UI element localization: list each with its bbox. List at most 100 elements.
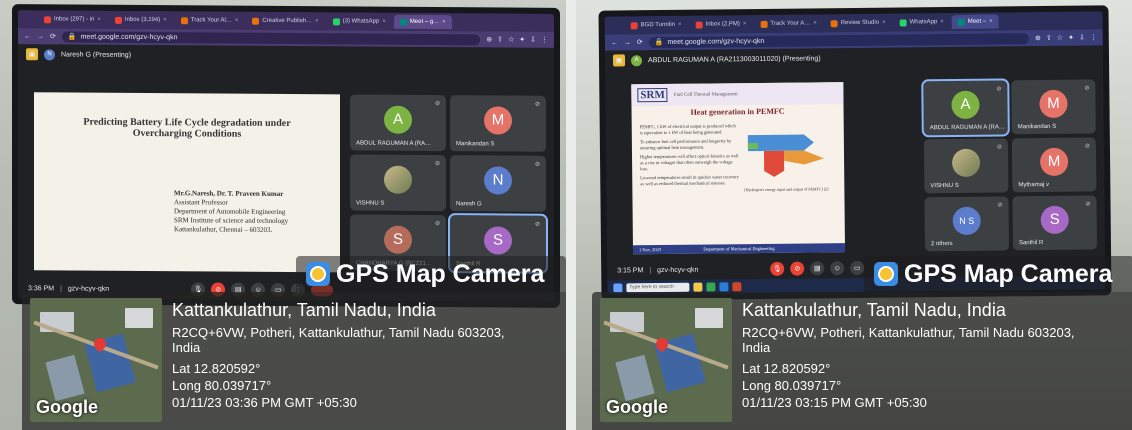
participant-avatar: S [484, 226, 512, 255]
tab-close-icon[interactable]: × [442, 19, 446, 25]
participant-grid: A ABDUL RAGUMAN A (RA… ⊘ M Manikandan S ⊘ VISH… [921, 78, 1098, 252]
chrome-icon[interactable] [706, 281, 716, 292]
slide-header: SRM Fuel Cell Thermal Management [631, 82, 844, 107]
participant-tile[interactable]: M Manikandan S ⊘ [450, 95, 546, 152]
captions-icon[interactable]: ▤ [810, 261, 825, 276]
tab-close-icon[interactable]: × [743, 21, 747, 27]
tab-label: Inbox (297) - in [54, 16, 95, 23]
participant-avatar: M [1039, 147, 1069, 176]
participant-tile[interactable]: S Santhil R ⊘ [1012, 195, 1098, 251]
zoom-icon[interactable]: ⊕ [1035, 34, 1041, 42]
present-icon[interactable]: ▣ [612, 54, 626, 67]
browser-tab[interactable]: Inbox (3,194) × [109, 13, 173, 27]
location-lat: Lat 12.820592° [742, 361, 831, 376]
participant-tile[interactable]: A ABDUL RAGUMAN A (RA… ⊘ [350, 94, 446, 152]
extension-icon[interactable]: ✦ [519, 36, 525, 44]
download-icon[interactable]: ⇩ [530, 36, 536, 44]
url-field[interactable]: 🔒 meet.google.com/gzv-hcyv-qkn [61, 30, 481, 45]
gps-camera-icon [874, 262, 898, 286]
tab-close-icon[interactable]: × [382, 19, 386, 25]
star-icon[interactable]: ☆ [508, 36, 514, 44]
word-icon[interactable] [719, 281, 729, 291]
mic-off-icon[interactable]: 🎙 [770, 261, 785, 276]
star-icon[interactable]: ☆ [1057, 34, 1063, 42]
browser-tab[interactable]: Inbox (297) - in × [38, 12, 107, 26]
present-icon[interactable]: ▣ [26, 48, 38, 61]
browser-tab[interactable]: Inbox (2,PM) × [689, 17, 752, 32]
share-icon[interactable]: ⇪ [1046, 34, 1052, 42]
participant-avatar: M [1039, 89, 1068, 118]
tab-close-icon[interactable]: × [97, 17, 101, 23]
tab-close-icon[interactable]: × [882, 20, 886, 26]
browser-tab[interactable]: Track Your Al… × [175, 13, 245, 27]
present-screen-icon[interactable]: ▭ [850, 260, 865, 276]
participant-tile[interactable]: M Manikandan S ⊘ [1011, 79, 1096, 135]
gps-info-panel: Google Kattankulathur, Tamil Nadu, India… [22, 292, 566, 430]
tab-favicon-icon [252, 17, 260, 25]
tab-close-icon[interactable]: × [235, 18, 239, 24]
gps-watermark: GPS Map Camera [296, 256, 566, 292]
participant-name: VISHNU S [356, 200, 385, 207]
slide-footer-text: Department of Mechanical Engineering [703, 245, 775, 252]
extension-icon[interactable]: ✦ [1068, 34, 1074, 42]
taskbar-search[interactable]: Type here to search [626, 282, 690, 292]
file-explorer-icon[interactable] [693, 282, 703, 292]
participant-name: Manikandan S [1017, 123, 1057, 131]
start-icon[interactable] [613, 282, 623, 293]
browser-tab[interactable]: Review Studio × [825, 16, 892, 31]
participant-avatar: N [484, 166, 512, 195]
browser-tab[interactable]: WhatsApp × [894, 15, 950, 30]
tab-close-icon[interactable]: × [678, 22, 682, 28]
participant-tile[interactable]: A ABDUL RAGUMAN A (RA… ⊘ [921, 78, 1010, 138]
menu-icon[interactable]: ⋮ [1090, 33, 1097, 41]
url-field[interactable]: 🔒 meet.google.com/gzv-hcyv-qkn [648, 32, 1030, 48]
lock-icon: 🔒 [67, 33, 77, 41]
browser-tab[interactable]: Meet – g… × [393, 14, 452, 30]
muted-mic-icon: ⊘ [534, 161, 540, 168]
slide-footer: 1 Nov, 2023 Department of Mechanical Eng… [632, 243, 846, 255]
location-city: Kattankulathur, Tamil Nadu, India [742, 300, 1006, 320]
camera-off-icon[interactable]: ⊘ [790, 261, 805, 276]
muted-mic-icon: ⊘ [1085, 201, 1091, 208]
participant-tile[interactable]: VISHNU S ⊘ [923, 138, 1009, 194]
back-icon[interactable]: ← [611, 39, 618, 46]
forward-icon[interactable]: → [37, 33, 44, 40]
browser-tab[interactable]: Meet – × [951, 14, 999, 29]
share-icon[interactable]: ⇪ [497, 35, 503, 43]
energy-flow-diagram [747, 134, 825, 177]
tab-close-icon[interactable]: × [315, 18, 319, 24]
tab-favicon-icon [114, 16, 122, 24]
presentation-slide: Predicting Battery Life Cycle degradatio… [34, 92, 340, 273]
tab-close-icon[interactable]: × [163, 17, 167, 23]
browser-tab[interactable]: (3) WhatsApp × [327, 14, 392, 28]
reload-icon[interactable]: ⟳ [50, 32, 56, 40]
download-icon[interactable]: ⇩ [1079, 34, 1085, 42]
participant-tile[interactable]: M Mythamaj v ⊘ [1011, 137, 1097, 193]
browser-tab[interactable]: Creative Publish… × [246, 14, 324, 29]
url-text: meet.google.com/gzv-hcyv-qkn [80, 33, 178, 41]
back-icon[interactable]: ← [24, 33, 31, 40]
location-map: Google [600, 298, 732, 422]
slide-caption: [Hydrogen's energy input and output of P… [744, 186, 829, 193]
participant-tile[interactable]: N Naresh G ⊘ [450, 155, 546, 212]
forward-icon[interactable]: → [624, 39, 631, 46]
slide-bullet: To enhance fuel cell performance and lon… [639, 138, 732, 151]
tab-close-icon[interactable]: × [813, 20, 817, 26]
participant-tile[interactable]: N S 2 others ⊘ [924, 196, 1010, 252]
emoji-icon[interactable]: ☺ [830, 261, 845, 276]
slide-date: 1 Nov, 2023 [638, 247, 662, 253]
menu-icon[interactable]: ⋮ [541, 36, 548, 44]
powerpoint-icon[interactable] [732, 281, 742, 291]
tab-label: Track Your A… [770, 20, 811, 27]
presenting-bar: ▣ N Naresh G (Presenting) [18, 44, 554, 68]
browser-tab[interactable]: BGD Turnitin × [625, 18, 688, 33]
tab-close-icon[interactable]: × [940, 19, 944, 25]
right-photo: BGD Turnitin × Inbox (2,PM) × Track Your A… ×… [576, 0, 1132, 430]
zoom-icon[interactable]: ⊕ [486, 35, 492, 43]
browser-tab[interactable]: Track Your A… × [754, 16, 822, 31]
participant-tile[interactable]: VISHNU S ⊘ [350, 154, 446, 212]
browser-screen: BGD Turnitin × Inbox (2,PM) × Track Your A… ×… [604, 11, 1106, 295]
tab-label: BGD Turnitin [640, 21, 676, 29]
tab-close-icon[interactable]: × [989, 19, 993, 25]
reload-icon[interactable]: ⟳ [637, 38, 643, 46]
